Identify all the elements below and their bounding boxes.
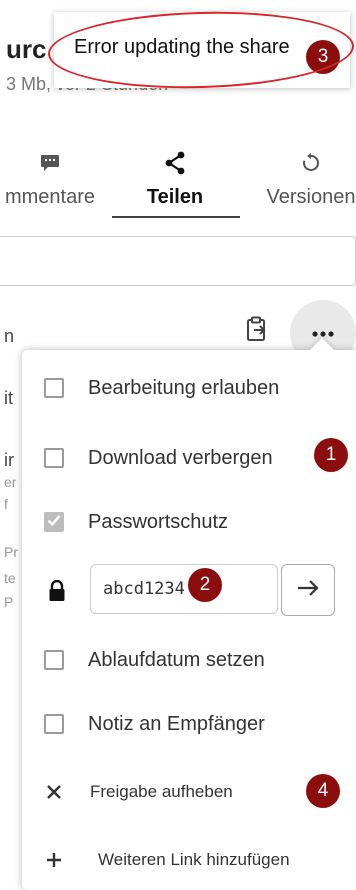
add-another-link-button[interactable]: Weiteren Link hinzufügen	[22, 838, 356, 882]
copy-link-button[interactable]	[240, 314, 274, 348]
expiration-date-option[interactable]: Ablaufdatum setzen	[22, 638, 356, 682]
password-input[interactable]	[90, 564, 278, 614]
password-protect-option[interactable]: Passwortschutz	[22, 500, 356, 544]
allow-editing-checkbox[interactable]	[44, 378, 64, 398]
plus-icon	[42, 852, 66, 868]
hide-download-option[interactable]: Download verbergen	[22, 436, 356, 480]
sidebar-tabs: mmentare Teilen Versionen	[0, 150, 356, 220]
arrow-right-icon	[296, 579, 320, 602]
file-title: urc	[6, 34, 47, 64]
share-icon	[112, 150, 238, 176]
list-fragment: er	[4, 474, 17, 490]
tab-share[interactable]: Teilen	[112, 150, 238, 209]
list-fragment: P	[4, 594, 14, 610]
password-protect-checkbox[interactable]	[44, 512, 64, 532]
note-to-recipient-option[interactable]: Notiz an Empfänger	[22, 702, 356, 746]
password-submit-button[interactable]	[281, 564, 335, 616]
tab-share-label: Teilen	[146, 186, 204, 208]
active-tab-indicator	[112, 216, 240, 218]
tab-comments[interactable]: mmentare	[0, 150, 110, 209]
allow-editing-label: Bearbeitung erlauben	[88, 376, 280, 399]
history-icon	[256, 150, 356, 176]
password-protect-label: Passwortschutz	[88, 510, 229, 533]
list-fragment: Pr	[4, 544, 18, 560]
list-fragment: te	[4, 570, 16, 586]
expiration-date-checkbox[interactable]	[44, 650, 64, 670]
annotation-badge-4: 4	[306, 774, 340, 808]
expiration-date-label: Ablaufdatum setzen	[88, 648, 265, 671]
lock-icon	[45, 580, 69, 602]
comment-icon	[0, 150, 110, 176]
annotation-badge-1: 1	[314, 438, 348, 472]
hide-download-label: Download verbergen	[88, 446, 273, 469]
hide-download-checkbox[interactable]	[44, 448, 64, 468]
list-fragment: n	[4, 326, 15, 346]
list-fragment: ir	[4, 450, 14, 470]
unshare-label: Freigabe aufheben	[90, 782, 233, 801]
list-fragment: f	[4, 496, 8, 512]
tab-versions-label: Versionen	[266, 186, 356, 208]
tab-comments-label: mmentare	[4, 186, 96, 208]
close-icon	[42, 784, 66, 800]
menu-arrow	[310, 338, 334, 350]
share-search-input[interactable]	[0, 236, 356, 286]
tab-versions[interactable]: Versionen	[256, 150, 356, 209]
allow-editing-option[interactable]: Bearbeitung erlauben	[22, 366, 356, 410]
list-fragment: it	[4, 388, 13, 408]
note-to-recipient-label: Notiz an Empfänger	[88, 712, 265, 735]
check-icon	[47, 513, 61, 531]
annotation-badge-2: 2	[188, 568, 222, 602]
add-another-link-label: Weiteren Link hinzufügen	[98, 850, 290, 869]
note-to-recipient-checkbox[interactable]	[44, 714, 64, 734]
clipboard-icon	[245, 316, 269, 347]
